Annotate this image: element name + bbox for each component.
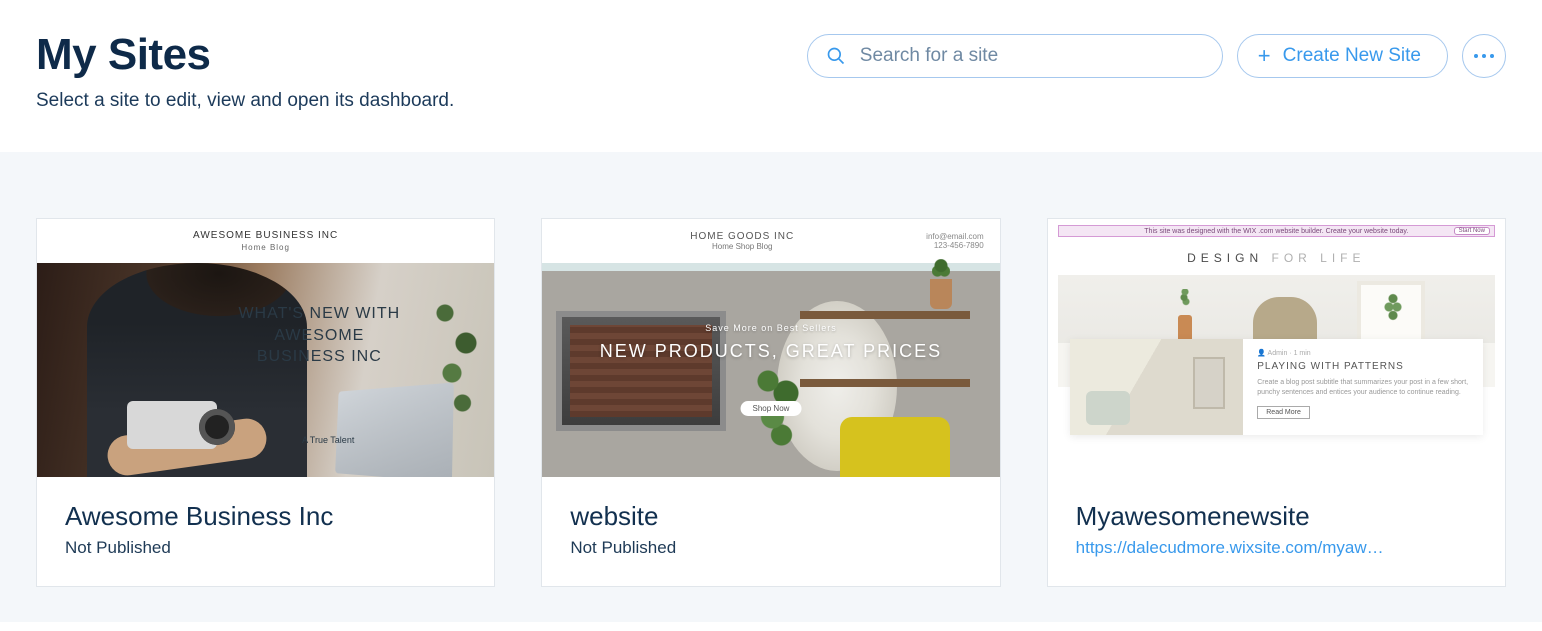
site-card[interactable]: AWESOME BUSINESS INC Home Blog WHAT'S NE… xyxy=(36,218,495,587)
site-card[interactable]: HOME GOODS INC Home Shop Blog info@email… xyxy=(541,218,1000,587)
site-thumbnail: AWESOME BUSINESS INC Home Blog WHAT'S NE… xyxy=(37,219,494,477)
thumb-hero-subtext: A True Talent xyxy=(302,435,354,445)
page-subtitle: Select a site to edit, view and open its… xyxy=(36,90,807,112)
thumb-inset-body: Create a blog post subtitle that summari… xyxy=(1257,378,1469,398)
page-header: My Sites Select a site to edit, view and… xyxy=(0,0,1542,152)
thumb-hero: Save More on Best Sellers NEW PRODUCTS, … xyxy=(542,271,999,477)
thumb-camera-graphic xyxy=(127,401,217,449)
thumb-brand: AWESOME BUSINESS INC xyxy=(193,230,338,241)
thumb-banner-button: Start Now xyxy=(1454,227,1490,235)
search-icon xyxy=(826,46,846,66)
ellipsis-icon xyxy=(1474,54,1494,58)
thumb-inset-author: 👤 Admin · 1 min xyxy=(1257,349,1469,357)
site-card-footer: website Not Published xyxy=(542,477,999,586)
thumb-contact: info@email.com 123-456-7890 xyxy=(926,232,983,250)
site-thumbnail: This site was designed with the WIX .com… xyxy=(1048,219,1505,477)
header-actions: + Create New Site xyxy=(807,30,1506,78)
sites-grid: AWESOME BUSINESS INC Home Blog WHAT'S NE… xyxy=(36,218,1506,587)
create-site-button[interactable]: + Create New Site xyxy=(1237,34,1448,78)
thumb-banner-text: This site was designed with the WIX .com… xyxy=(1144,228,1408,235)
site-thumbnail: HOME GOODS INC Home Shop Blog info@email… xyxy=(542,219,999,477)
thumb-wix-banner: This site was designed with the WIX .com… xyxy=(1058,225,1495,237)
site-status: Not Published xyxy=(570,538,971,558)
thumb-brand: DESIGN FOR LIFE xyxy=(1048,251,1505,265)
thumb-inset-button: Read More xyxy=(1257,406,1310,419)
site-url[interactable]: https://dalecudmore.wixsite.com/myaw… xyxy=(1076,538,1477,558)
thumb-nav: Home Blog xyxy=(241,243,290,252)
thumb-plant-graphic xyxy=(732,357,822,477)
thumb-brand-b: FOR LIFE xyxy=(1271,251,1365,265)
site-status: Not Published xyxy=(65,538,466,558)
thumb-brand: HOME GOODS INC xyxy=(690,231,794,242)
site-name: Myawesomenewsite xyxy=(1076,501,1477,532)
thumb-hero-text: NEW PRODUCTS, GREAT PRICES xyxy=(542,341,999,362)
thumb-header: AWESOME BUSINESS INC Home Blog xyxy=(37,219,494,263)
thumb-nav: Home Shop Blog xyxy=(712,242,772,251)
thumb-hero: 👤 Admin · 1 min PLAYING WITH PATTERNS Cr… xyxy=(1058,275,1495,387)
thumb-header: HOME GOODS INC Home Shop Blog info@email… xyxy=(542,219,999,263)
thumb-inset-text: 👤 Admin · 1 min PLAYING WITH PATTERNS Cr… xyxy=(1243,339,1483,435)
thumb-hero: WHAT'S NEW WITH AWESOME BUSINESS INC A T… xyxy=(37,263,494,477)
thumb-hero-text: WHAT'S NEW WITH AWESOME BUSINESS INC xyxy=(234,303,404,368)
thumb-chair-graphic xyxy=(840,417,950,477)
thumb-plant-graphic xyxy=(424,273,494,473)
thumb-hero-smalltext: Save More on Best Sellers xyxy=(542,323,999,333)
more-actions-button[interactable] xyxy=(1462,34,1506,78)
search-input[interactable] xyxy=(860,45,1204,67)
thumb-pot-graphic xyxy=(930,279,952,309)
create-site-label: Create New Site xyxy=(1283,45,1421,67)
site-card-footer: Awesome Business Inc Not Published xyxy=(37,477,494,586)
thumb-brand-a: DESIGN xyxy=(1187,251,1263,265)
thumb-shelf-graphic xyxy=(800,311,970,319)
plus-icon: + xyxy=(1258,45,1271,67)
site-card-footer: Myawesomenewsite https://dalecudmore.wix… xyxy=(1048,477,1505,586)
thumb-cta-pill: Shop Now xyxy=(741,401,802,416)
search-box[interactable] xyxy=(807,34,1223,78)
header-left: My Sites Select a site to edit, view and… xyxy=(36,30,807,112)
site-card[interactable]: This site was designed with the WIX .com… xyxy=(1047,218,1506,587)
page-title: My Sites xyxy=(36,30,807,80)
site-name: website xyxy=(570,501,971,532)
thumb-inset-photo xyxy=(1070,339,1244,435)
site-name: Awesome Business Inc xyxy=(65,501,466,532)
thumb-shelf-graphic xyxy=(800,379,970,387)
thumb-inset-heading: PLAYING WITH PATTERNS xyxy=(1257,361,1469,372)
sites-grid-area: AWESOME BUSINESS INC Home Blog WHAT'S NE… xyxy=(0,152,1542,622)
thumb-inset-card: 👤 Admin · 1 min PLAYING WITH PATTERNS Cr… xyxy=(1070,339,1483,435)
